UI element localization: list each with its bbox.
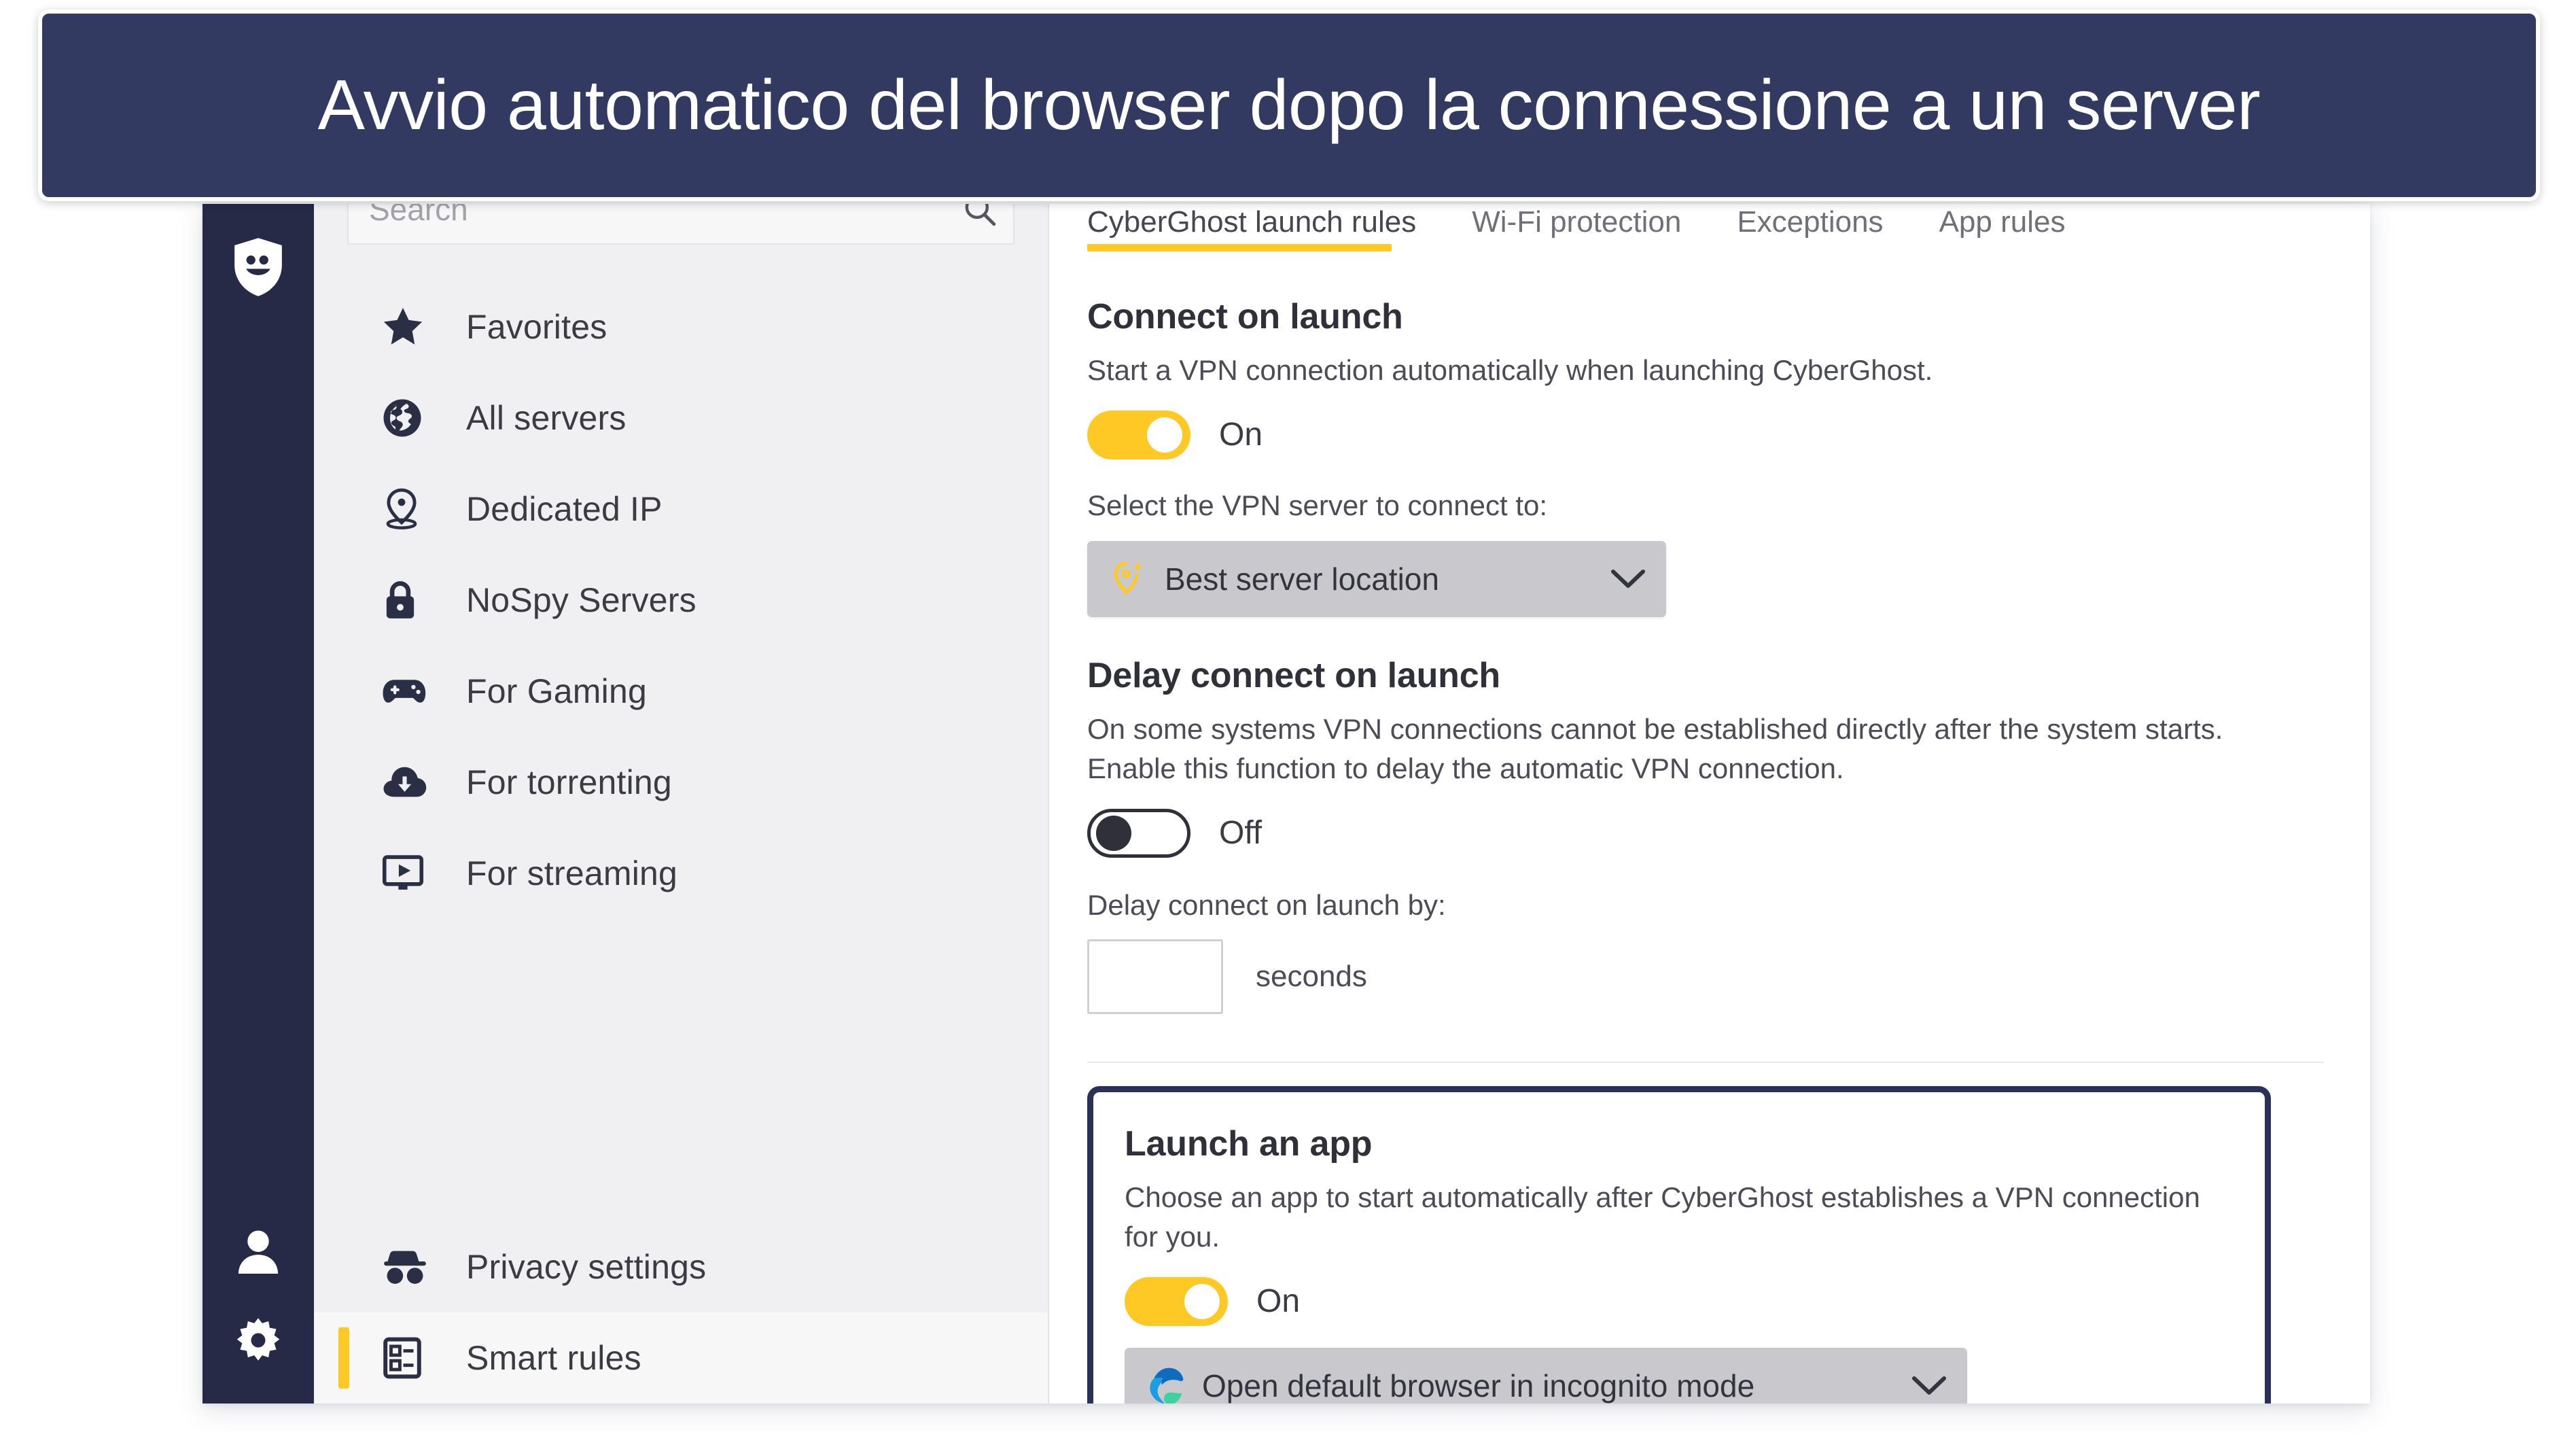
gear-icon[interactable] bbox=[202, 1296, 314, 1384]
tab-wifi-protection[interactable]: Wi-Fi protection bbox=[1472, 205, 1708, 251]
section-title: Launch an app bbox=[1125, 1123, 1373, 1164]
toggle-state-label: Off bbox=[1219, 815, 1263, 852]
sidebar-item-favorites[interactable]: Favorites bbox=[314, 281, 1048, 372]
search-icon[interactable] bbox=[963, 204, 997, 227]
microsoft-edge-icon bbox=[1145, 1366, 1186, 1404]
screenshot-root: Favorites All servers bbox=[0, 0, 2576, 1447]
launch-app-value: Open default browser in incognito mode bbox=[1202, 1367, 1755, 1404]
cyberghost-app-window: Favorites All servers bbox=[202, 204, 2370, 1404]
sidebar-item-label: Dedicated IP bbox=[466, 490, 663, 528]
sidebar-item-all-servers[interactable]: All servers bbox=[314, 372, 1048, 464]
sidebar-item-label: NoSpy Servers bbox=[466, 581, 696, 619]
title-banner: Avvio automatico del browser dopo la con… bbox=[38, 10, 2540, 201]
chevron-down-icon[interactable] bbox=[1909, 1375, 1949, 1397]
launch-app-toggle[interactable] bbox=[1125, 1276, 1228, 1326]
sidebar-item-for-torrenting[interactable]: For torrenting bbox=[314, 737, 1048, 828]
server-select-value: Best server location bbox=[1165, 561, 1439, 597]
delay-seconds-label: Delay connect on launch by: bbox=[1087, 888, 1446, 921]
sidebar-item-privacy-settings[interactable]: Privacy settings bbox=[314, 1221, 1048, 1312]
map-pin-person-icon bbox=[382, 488, 435, 530]
delay-seconds-row: seconds bbox=[1087, 939, 2370, 1014]
sidebar-item-for-streaming[interactable]: For streaming bbox=[314, 828, 1048, 919]
toggle-state-label: On bbox=[1256, 1283, 1301, 1320]
tab-exceptions[interactable]: Exceptions bbox=[1737, 205, 1910, 251]
connect-on-launch-toggle[interactable] bbox=[1087, 410, 1190, 459]
settings-content-panel: CyberGhost launch rules Wi-Fi protection… bbox=[1049, 204, 2370, 1404]
sidebar-bottom-nav: Privacy settings Smart rules bbox=[314, 1221, 1048, 1404]
tab-cyberghost-launch-rules[interactable]: CyberGhost launch rules bbox=[1087, 205, 1443, 251]
section-divider bbox=[1087, 1061, 2324, 1063]
chevron-down-icon[interactable] bbox=[1608, 568, 1648, 590]
delay-seconds-unit: seconds bbox=[1256, 959, 1367, 993]
server-select-dropdown[interactable]: Best server location bbox=[1087, 540, 1666, 617]
server-sidebar: Favorites All servers bbox=[314, 204, 1049, 1404]
server-select-label: Select the VPN server to connect to: bbox=[1087, 489, 1548, 521]
tab-app-rules[interactable]: App rules bbox=[1939, 205, 2093, 251]
delay-connect-toggle-row: Off bbox=[1087, 808, 2370, 858]
monitor-play-icon bbox=[382, 854, 435, 892]
sidebar-item-label: Privacy settings bbox=[466, 1248, 707, 1286]
section-description: Choose an app to start automatically aft… bbox=[1125, 1181, 2200, 1253]
search-input[interactable] bbox=[347, 204, 1014, 245]
section-delay-connect: Delay connect on launch On some systems … bbox=[1087, 655, 2370, 1014]
cyberghost-shield-icon[interactable] bbox=[202, 223, 314, 311]
sidebar-item-label: For Gaming bbox=[466, 672, 647, 710]
delay-connect-toggle[interactable] bbox=[1087, 808, 1190, 858]
location-pin-star-icon bbox=[1108, 559, 1148, 599]
sidebar-item-label: For streaming bbox=[466, 854, 678, 892]
toggle-knob bbox=[1096, 815, 1131, 851]
icon-rail bbox=[202, 204, 314, 1404]
sidebar-item-label: For torrenting bbox=[466, 763, 672, 801]
cloud-download-icon bbox=[382, 765, 435, 800]
section-description: Start a VPN connection automatically whe… bbox=[1087, 354, 1933, 386]
delay-seconds-input[interactable] bbox=[1087, 939, 1223, 1014]
globe-icon bbox=[382, 398, 435, 438]
sidebar-item-label: Favorites bbox=[466, 308, 607, 346]
sidebar-item-smart-rules[interactable]: Smart rules bbox=[314, 1312, 1048, 1404]
connect-on-launch-toggle-row: On bbox=[1087, 410, 2370, 459]
incognito-hat-icon bbox=[382, 1249, 435, 1285]
settings-tabs: CyberGhost launch rules Wi-Fi protection… bbox=[1087, 204, 2370, 251]
lock-icon bbox=[382, 579, 435, 621]
active-indicator bbox=[338, 1327, 349, 1389]
section-launch-an-app: Launch an app Choose an app to start aut… bbox=[1087, 1085, 2271, 1404]
section-connect-on-launch: Connect on launch Start a VPN connection… bbox=[1087, 296, 2370, 617]
launch-app-toggle-row: On bbox=[1125, 1276, 2234, 1326]
sidebar-item-for-gaming[interactable]: For Gaming bbox=[314, 646, 1048, 737]
toggle-state-label: On bbox=[1219, 417, 1263, 453]
search-box bbox=[347, 204, 1014, 245]
sidebar-item-nospy-servers[interactable]: NoSpy Servers bbox=[314, 555, 1048, 646]
gamepad-icon bbox=[382, 675, 435, 708]
banner-title-text: Avvio automatico del browser dopo la con… bbox=[317, 65, 2261, 145]
sidebar-nav-list: Favorites All servers Dedicated IP NoSpy… bbox=[314, 281, 1048, 919]
toggle-knob bbox=[1147, 417, 1182, 453]
section-title: Delay connect on launch bbox=[1087, 655, 1500, 695]
toggle-knob bbox=[1184, 1283, 1220, 1319]
launch-app-dropdown[interactable]: Open default browser in incognito mode bbox=[1125, 1347, 1967, 1404]
sidebar-item-label: All servers bbox=[466, 399, 627, 437]
user-icon[interactable] bbox=[202, 1208, 314, 1296]
sidebar-item-dedicated-ip[interactable]: Dedicated IP bbox=[314, 464, 1048, 555]
sidebar-item-label: Smart rules bbox=[466, 1339, 641, 1377]
rules-list-icon bbox=[382, 1337, 435, 1379]
star-icon bbox=[382, 307, 435, 347]
section-description: On some systems VPN connections cannot b… bbox=[1087, 712, 2223, 784]
section-title: Connect on launch bbox=[1087, 297, 1403, 336]
